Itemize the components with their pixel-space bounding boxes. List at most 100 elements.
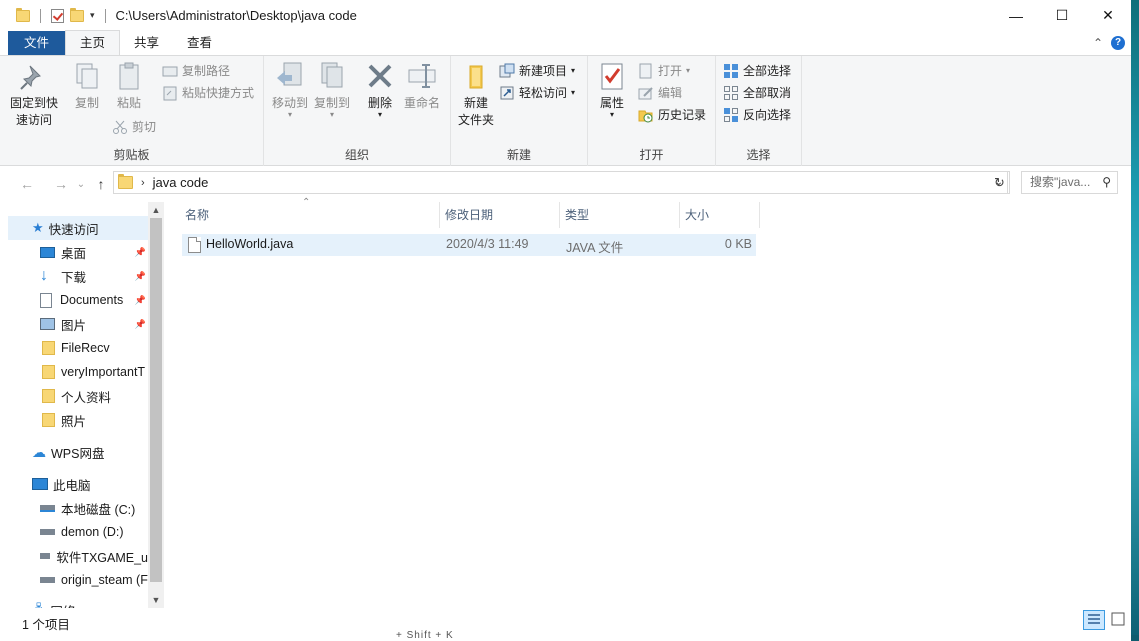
- customize-toolbar-icon[interactable]: ▾: [90, 10, 95, 21]
- cloud-icon: ☁: [32, 443, 46, 460]
- invert-selection-icon: [724, 107, 738, 122]
- new-item-button[interactable]: 新建项目 ▾: [499, 62, 575, 79]
- drive-icon: [40, 577, 55, 583]
- recent-locations-chevron-icon[interactable]: ⌄: [70, 179, 92, 190]
- open-button[interactable]: 打开 ▾: [638, 62, 690, 79]
- folder-icon: [42, 365, 55, 379]
- sidebar-item-downloads[interactable]: ↓ 下载 📌: [8, 264, 148, 288]
- cut-button[interactable]: 剪切: [112, 118, 156, 135]
- tab-view[interactable]: 查看: [173, 31, 226, 55]
- status-bar: 1 个项目 + Shift + K: [0, 610, 1131, 641]
- details-view-button[interactable]: [1083, 610, 1105, 630]
- sidebar-item-drive-e[interactable]: 软件TXGAME_u: [8, 544, 148, 568]
- table-row[interactable]: HelloWorld.java 2020/4/3 11:49 JAVA 文件 0…: [182, 234, 756, 256]
- pin-icon[interactable]: 📌: [135, 271, 146, 282]
- tab-share[interactable]: 共享: [120, 31, 173, 55]
- sidebar-item-this-pc[interactable]: 此电脑: [8, 472, 148, 496]
- star-icon: ★: [32, 220, 44, 235]
- sidebar-item-drive-d[interactable]: demon (D:): [8, 520, 148, 544]
- sidebar-item-pictures[interactable]: 图片 📌: [8, 312, 148, 336]
- new-item-icon: [499, 63, 515, 77]
- properties-button[interactable]: 属性 ▾: [594, 60, 630, 119]
- paste-shortcut-button[interactable]: 粘贴快捷方式: [162, 84, 254, 101]
- sidebar-item-desktop[interactable]: 桌面 📌: [8, 240, 148, 264]
- back-arrow-icon[interactable]: ←: [16, 176, 38, 192]
- new-folder-icon[interactable]: [70, 7, 84, 22]
- search-input[interactable]: 搜索"java... ⚲: [1021, 171, 1118, 194]
- minimize-button[interactable]: —: [993, 0, 1039, 31]
- copy-to-icon: [321, 62, 343, 88]
- sidebar-item-drive-f[interactable]: origin_steam (F: [8, 568, 148, 592]
- nav-scrollbar[interactable]: ▲ ▼: [148, 202, 164, 608]
- address-bar[interactable]: › java code ⌄: [113, 171, 1008, 194]
- copy-icon: [76, 63, 98, 89]
- move-to-button[interactable]: 移动到 ▾: [268, 60, 312, 119]
- paste-button[interactable]: 粘贴: [108, 60, 150, 112]
- sidebar-item-filerecv[interactable]: FileRecv: [8, 336, 148, 360]
- breadcrumb[interactable]: java code: [153, 175, 209, 190]
- tab-file[interactable]: 文件: [8, 31, 66, 55]
- large-icons-view-button[interactable]: [1108, 610, 1130, 630]
- rename-icon: [408, 64, 436, 88]
- refresh-button[interactable]: ↻: [990, 171, 1010, 194]
- easy-access-button[interactable]: 轻松访问 ▾: [499, 84, 575, 101]
- sidebar-item-drive-c[interactable]: 本地磁盘 (C:): [8, 496, 148, 520]
- ribbon: 固定到快 速访问 复制 粘贴 复制路径 粘贴快捷方式 剪切 剪贴板 移动到 ▾ …: [0, 56, 1131, 166]
- help-icon[interactable]: ?: [1111, 36, 1125, 50]
- column-header-name[interactable]: 名称: [181, 202, 440, 228]
- history-icon: [638, 110, 653, 122]
- tab-home[interactable]: 主页: [65, 30, 121, 55]
- pin-icon[interactable]: 📌: [135, 319, 146, 330]
- sidebar-item-photos[interactable]: 照片: [8, 408, 148, 432]
- folder-icon: [42, 389, 55, 403]
- copy-path-button[interactable]: 复制路径: [162, 62, 230, 79]
- search-icon[interactable]: ⚲: [1102, 172, 1111, 193]
- column-header-type[interactable]: 类型: [561, 202, 680, 228]
- file-type: JAVA 文件: [566, 241, 624, 255]
- sidebar-item-wps-cloud[interactable]: ☁ WPS网盘: [8, 440, 148, 464]
- new-folder-button[interactable]: 新建 文件夹: [455, 60, 497, 129]
- column-header-size[interactable]: 大小: [681, 202, 760, 228]
- pin-icon[interactable]: 📌: [135, 295, 146, 306]
- folder-icon: [42, 413, 55, 427]
- delete-icon: [368, 64, 392, 88]
- edit-button[interactable]: 编辑: [638, 84, 682, 101]
- maximize-button[interactable]: ☐: [1039, 0, 1085, 31]
- pin-quick-access-button[interactable]: 固定到快 速访问: [6, 60, 62, 129]
- chevron-up-icon[interactable]: ⌃: [1093, 36, 1103, 50]
- close-button[interactable]: ✕: [1085, 0, 1131, 31]
- organize-group-label: 组织: [344, 148, 369, 162]
- invert-selection-button[interactable]: 反向选择: [723, 106, 791, 123]
- details-view-icon: [1088, 614, 1100, 624]
- scrollbar-thumb[interactable]: [150, 218, 162, 582]
- breadcrumb-chevron-icon[interactable]: ›: [141, 177, 145, 189]
- clipboard-group-label: 剪贴板: [113, 148, 150, 162]
- copy-to-button[interactable]: 复制到 ▾: [310, 60, 354, 119]
- new-group: 新建 文件夹 新建项目 ▾ 轻松访问 ▾ 新建: [451, 56, 588, 166]
- quick-access-toolbar: ▾: [0, 7, 110, 23]
- select-all-button[interactable]: 全部选择: [723, 62, 791, 79]
- scroll-down-icon[interactable]: ▼: [148, 592, 164, 608]
- network-icon: 🖧: [32, 600, 45, 609]
- clipboard-icon: [119, 62, 139, 90]
- select-group-label: 选择: [746, 148, 771, 162]
- up-arrow-icon[interactable]: ↑: [90, 176, 112, 192]
- sidebar-item-quick-access[interactable]: ★ 快速访问: [8, 216, 148, 240]
- rename-button[interactable]: 重命名: [400, 60, 444, 112]
- sidebar-item-personal[interactable]: 个人资料: [8, 384, 148, 408]
- history-button[interactable]: 历史记录: [638, 106, 706, 123]
- properties-icon[interactable]: [51, 8, 64, 23]
- sidebar-item-documents[interactable]: Documents 📌: [8, 288, 148, 312]
- copy-button[interactable]: 复制: [66, 60, 108, 112]
- scroll-up-icon[interactable]: ▲: [148, 202, 164, 218]
- select-none-button[interactable]: 全部取消: [723, 84, 791, 101]
- sidebar-item-veryimportant[interactable]: veryImportantT: [8, 360, 148, 384]
- column-header-modified[interactable]: 修改日期: [441, 202, 560, 228]
- properties-icon: [601, 63, 623, 90]
- delete-button[interactable]: 删除 ▾: [362, 60, 398, 119]
- move-to-icon: [277, 62, 302, 86]
- easy-access-icon: [500, 86, 514, 99]
- pin-icon[interactable]: 📌: [135, 247, 146, 258]
- forward-arrow-icon[interactable]: →: [50, 176, 72, 192]
- sidebar-item-network[interactable]: 🖧 网络: [8, 598, 148, 609]
